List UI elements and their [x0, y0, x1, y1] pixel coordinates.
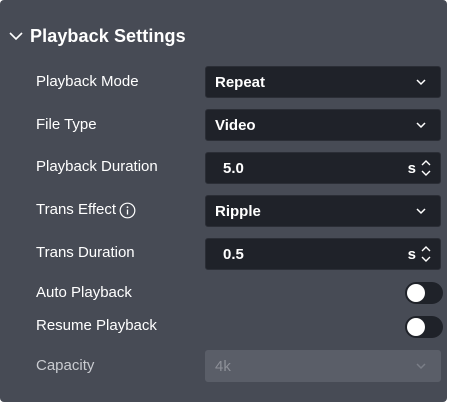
trans-effect-select[interactable]: Ripple	[205, 195, 441, 227]
file-type-value: Video	[215, 116, 256, 134]
trans-duration-label: Trans Duration	[36, 244, 135, 261]
chevron-down-icon	[416, 208, 426, 215]
chevron-down-icon	[416, 122, 426, 129]
playback-mode-value: Repeat	[215, 73, 266, 91]
capacity-label: Capacity	[36, 357, 95, 374]
toggle-knob	[407, 284, 425, 302]
file-type-label: File Type	[36, 116, 97, 133]
file-type-select[interactable]: Video	[205, 109, 441, 141]
stepper-icon[interactable]	[419, 157, 433, 179]
section-header[interactable]: Playback Settings	[8, 23, 186, 49]
playback-duration-unit: s	[407, 159, 416, 177]
info-icon[interactable]	[119, 202, 136, 219]
capacity-select: 4k	[205, 350, 441, 382]
auto-playback-label: Auto Playback	[36, 284, 132, 301]
trans-duration-unit: s	[407, 245, 416, 263]
chevron-down-icon	[416, 363, 426, 370]
trans-duration-value: 0.5	[223, 245, 244, 263]
trans-effect-label: Trans Effect	[36, 201, 117, 218]
resume-playback-label: Resume Playback	[36, 317, 157, 334]
chevron-down-icon[interactable]	[8, 28, 24, 44]
playback-duration-label: Playback Duration	[36, 158, 158, 175]
resume-playback-toggle[interactable]	[405, 316, 443, 338]
stepper-icon[interactable]	[419, 243, 433, 265]
capacity-value: 4k	[215, 357, 231, 375]
trans-duration-input[interactable]: 0.5 s	[205, 238, 441, 270]
toggle-knob	[407, 318, 425, 336]
trans-effect-label-group: Trans Effect	[36, 200, 136, 220]
playback-settings-panel: Playback Settings Playback Mode Repeat F…	[0, 0, 447, 402]
playback-duration-input[interactable]: 5.0 s	[205, 152, 441, 184]
trans-effect-value: Ripple	[215, 202, 261, 220]
playback-mode-select[interactable]: Repeat	[205, 66, 441, 98]
playback-duration-value: 5.0	[223, 159, 244, 177]
section-title: Playback Settings	[30, 25, 186, 46]
playback-mode-label: Playback Mode	[36, 73, 139, 90]
auto-playback-toggle[interactable]	[405, 282, 443, 304]
chevron-down-icon	[416, 79, 426, 86]
